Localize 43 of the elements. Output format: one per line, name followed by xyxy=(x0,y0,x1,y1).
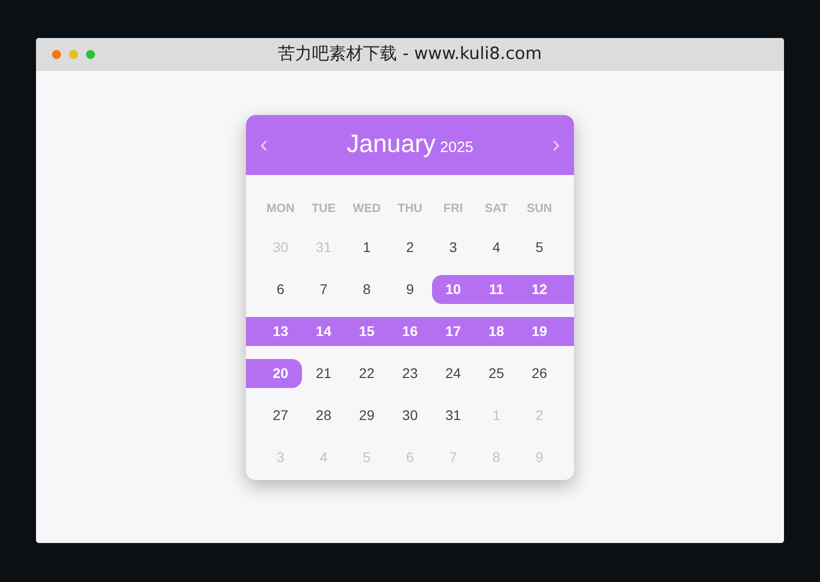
day-cell[interactable]: 21 xyxy=(302,359,346,388)
day-cell[interactable]: 22 xyxy=(345,359,388,388)
day-cell[interactable]: 12 xyxy=(518,275,574,304)
day-cell[interactable]: 9 xyxy=(388,275,432,304)
weekday-label: WED xyxy=(352,200,382,217)
day-cell[interactable]: 26 xyxy=(518,359,574,388)
day-cell[interactable]: 5 xyxy=(518,233,574,262)
day-cell[interactable]: 20 xyxy=(246,359,302,388)
day-cell[interactable]: 16 xyxy=(388,317,432,346)
day-cell[interactable]: 4 xyxy=(474,233,518,262)
day-cell[interactable]: 28 xyxy=(302,401,346,430)
day-cell[interactable]: 10 xyxy=(432,275,475,304)
day-cell[interactable]: 29 xyxy=(345,401,388,430)
weekday-label: FRI xyxy=(442,200,464,217)
weekday-label: SAT xyxy=(484,200,509,217)
day-cell[interactable]: 1 xyxy=(345,233,388,262)
previous-month-button[interactable]: ‹ xyxy=(246,133,282,157)
day-cell[interactable]: 7 xyxy=(302,275,346,304)
month-label: January xyxy=(346,130,436,158)
weekday-label: SUN xyxy=(526,200,554,217)
weekday-label: THU xyxy=(396,200,424,217)
day-cell[interactable]: 18 xyxy=(474,317,518,346)
day-cell[interactable]: 31 xyxy=(432,401,475,430)
window-title: 苦力吧素材下载 - www.kuli8.com xyxy=(278,44,542,64)
weekday-label: MON xyxy=(266,200,296,217)
next-month-button[interactable]: › xyxy=(538,133,574,157)
weekday-label: TUE xyxy=(310,200,337,217)
day-cell[interactable]: 14 xyxy=(302,317,346,346)
day-cell[interactable]: 6 xyxy=(246,275,302,304)
day-cell[interactable]: 27 xyxy=(246,401,302,430)
day-cell[interactable]: 8 xyxy=(345,275,388,304)
day-cell[interactable]: 17 xyxy=(432,317,475,346)
day-cell[interactable]: 11 xyxy=(474,275,518,304)
day-cell[interactable]: 23 xyxy=(388,359,432,388)
day-cell[interactable]: 19 xyxy=(518,317,574,346)
day-cell[interactable]: 15 xyxy=(345,317,388,346)
year-label: 2025 xyxy=(440,139,474,156)
day-cell[interactable]: 25 xyxy=(474,359,518,388)
day-cell[interactable]: 30 xyxy=(388,401,432,430)
day-cell[interactable]: 24 xyxy=(432,359,475,388)
day-cell[interactable]: 13 xyxy=(246,317,302,346)
day-cell[interactable]: 2 xyxy=(388,233,432,262)
day-cell[interactable]: 3 xyxy=(432,233,475,262)
